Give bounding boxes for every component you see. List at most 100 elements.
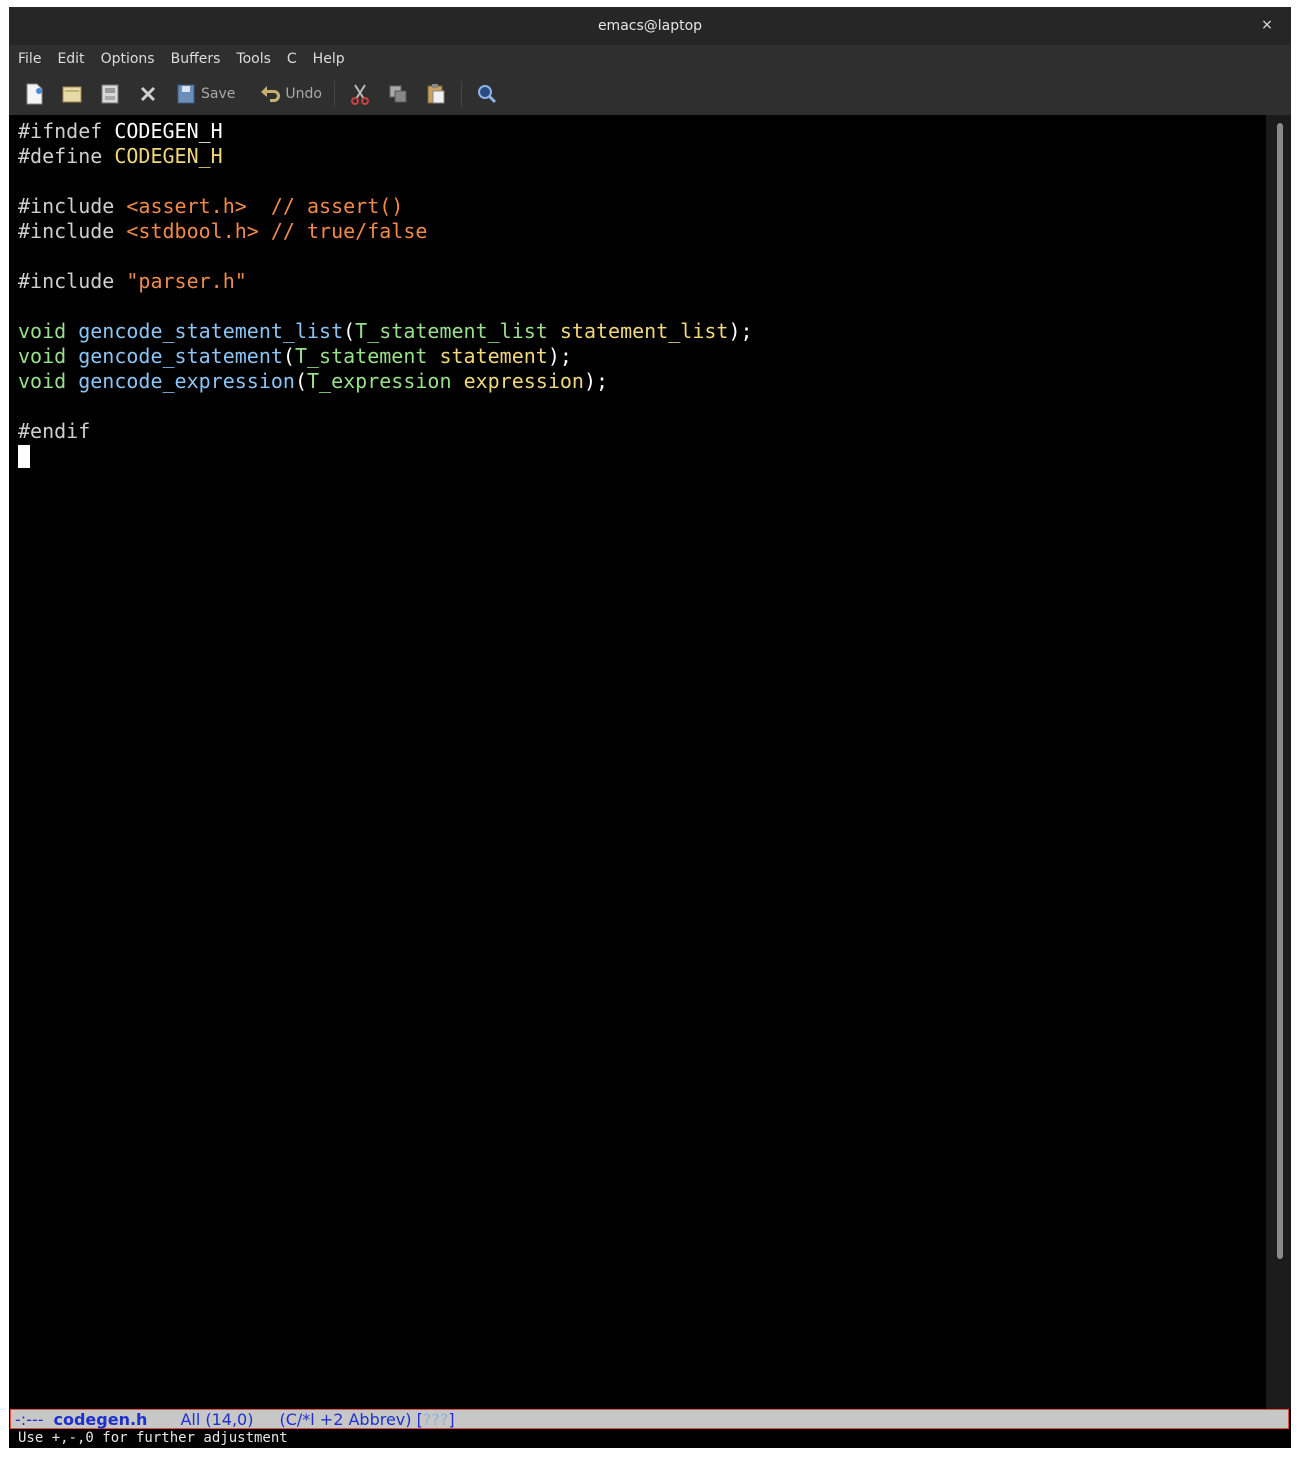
code-line[interactable] xyxy=(18,294,753,319)
code-token: ); xyxy=(547,344,572,368)
code-token: #endif xyxy=(18,419,91,443)
tool-bar: Save Undo xyxy=(9,73,1291,115)
code-line[interactable]: void gencode_statement(T_statement state… xyxy=(18,344,753,369)
code-token: ); xyxy=(583,369,609,393)
emacs-window: emacs@laptop × File Edit Options Buffers… xyxy=(9,7,1291,1448)
close-window-button[interactable]: × xyxy=(1257,15,1277,35)
code-line[interactable]: #ifndef CODEGEN_H xyxy=(18,119,753,144)
code-line[interactable]: #endif xyxy=(18,419,753,444)
code-line[interactable]: #define CODEGEN_H xyxy=(18,144,753,169)
new-file-icon xyxy=(26,83,43,105)
undo-label: Undo xyxy=(285,86,322,102)
code-token: <stdbool.h> xyxy=(126,219,259,243)
code-token: void xyxy=(18,344,67,368)
code-line[interactable] xyxy=(18,244,753,269)
window-title: emacs@laptop xyxy=(597,18,703,34)
menu-edit[interactable]: Edit xyxy=(57,51,84,67)
paste-button[interactable] xyxy=(423,78,449,110)
code-token: ( xyxy=(343,319,356,343)
open-directory-button[interactable] xyxy=(59,78,85,110)
echo-area: Use +,-,0 for further adjustment xyxy=(9,1429,1291,1448)
cursor-line[interactable] xyxy=(18,444,753,469)
menu-file[interactable]: File xyxy=(18,51,41,67)
new-file-button[interactable] xyxy=(21,78,47,110)
code-token: ( xyxy=(282,344,295,368)
code-token: // true/false xyxy=(270,219,428,243)
code-token: statement_list xyxy=(559,319,729,343)
code-token: CODEGEN_H xyxy=(114,119,223,143)
modeline-mode[interactable]: (C/*l +2 Abbrev) [ xyxy=(279,1410,422,1429)
undo-icon xyxy=(261,86,281,102)
mode-line: -:--- codegen.h All (14,0) (C/*l +2 Abbr… xyxy=(10,1409,1289,1429)
copy-icon xyxy=(389,85,407,103)
toolbar-separator xyxy=(460,81,462,107)
open-file-button[interactable] xyxy=(97,78,123,110)
code-line[interactable] xyxy=(18,169,753,194)
code-token: T_statement_list xyxy=(355,319,548,343)
search-icon xyxy=(477,85,497,104)
code-line[interactable] xyxy=(18,394,753,419)
code-token: T_expression xyxy=(307,369,452,393)
code-token: statement xyxy=(439,344,548,368)
code-token: #include xyxy=(18,219,127,243)
menu-tools[interactable]: Tools xyxy=(236,51,271,67)
code-line[interactable]: void gencode_statement_list(T_statement_… xyxy=(18,319,753,344)
code-token: ); xyxy=(728,319,753,343)
code-token: "parser.h" xyxy=(126,269,247,293)
save-button[interactable]: Save xyxy=(173,78,235,110)
save-icon xyxy=(177,84,195,104)
close-icon xyxy=(140,86,156,102)
modeline-buffer-name[interactable]: codegen.h xyxy=(53,1410,147,1429)
code-buffer[interactable]: #ifndef CODEGEN_H #define CODEGEN_H #inclu… xyxy=(18,119,753,469)
copy-button[interactable] xyxy=(385,78,411,110)
code-token: #ifndef xyxy=(18,119,115,143)
code-token: void xyxy=(18,319,67,343)
cut-button[interactable] xyxy=(347,78,373,110)
title-bar[interactable]: emacs@laptop × xyxy=(9,7,1291,45)
code-token: #define xyxy=(18,144,115,168)
search-button[interactable] xyxy=(474,78,500,110)
code-token: ( xyxy=(294,369,308,393)
code-token: #include xyxy=(18,269,127,293)
code-token: #include xyxy=(18,194,127,218)
modeline-close-bracket: ] xyxy=(448,1409,455,1429)
scrollbar-thumb[interactable] xyxy=(1277,123,1283,1259)
code-token: CODEGEN_H xyxy=(114,144,223,168)
undo-button[interactable]: Undo xyxy=(257,78,322,110)
vertical-scrollbar[interactable] xyxy=(1266,115,1291,1409)
menu-help[interactable]: Help xyxy=(313,51,345,67)
modeline-extra: ??? xyxy=(422,1409,449,1429)
code-token: expression xyxy=(463,369,584,393)
code-line[interactable]: #include <stdbool.h> // true/false xyxy=(18,219,753,244)
text-cursor xyxy=(18,445,30,468)
code-line[interactable]: #include <assert.h> // assert() xyxy=(18,194,753,219)
menu-c[interactable]: C xyxy=(287,51,297,67)
modeline-position: All (14,0) xyxy=(180,1409,254,1429)
code-token: void xyxy=(18,369,67,393)
modeline-status: -:--- xyxy=(15,1409,44,1429)
code-token: // assert() xyxy=(270,194,404,218)
code-token: T_statement xyxy=(294,344,428,368)
paste-icon xyxy=(427,84,445,104)
kill-buffer-button[interactable] xyxy=(135,78,161,110)
code-line[interactable]: #include "parser.h" xyxy=(18,269,753,294)
code-token: gencode_statement xyxy=(78,344,283,368)
code-line[interactable]: void gencode_expression(T_expression exp… xyxy=(18,369,753,394)
menu-bar: File Edit Options Buffers Tools C Help xyxy=(9,45,1291,73)
code-token: <assert.h> xyxy=(126,194,247,218)
cut-icon xyxy=(350,84,369,105)
code-token: gencode_expression xyxy=(78,369,295,393)
menu-buffers[interactable]: Buffers xyxy=(171,51,221,67)
open-file-icon xyxy=(101,84,119,104)
menu-options[interactable]: Options xyxy=(101,51,155,67)
editor-area[interactable]: #ifndef CODEGEN_H #define CODEGEN_H #inclu… xyxy=(9,115,1266,1409)
save-label: Save xyxy=(201,86,236,102)
toolbar-separator xyxy=(333,81,335,107)
